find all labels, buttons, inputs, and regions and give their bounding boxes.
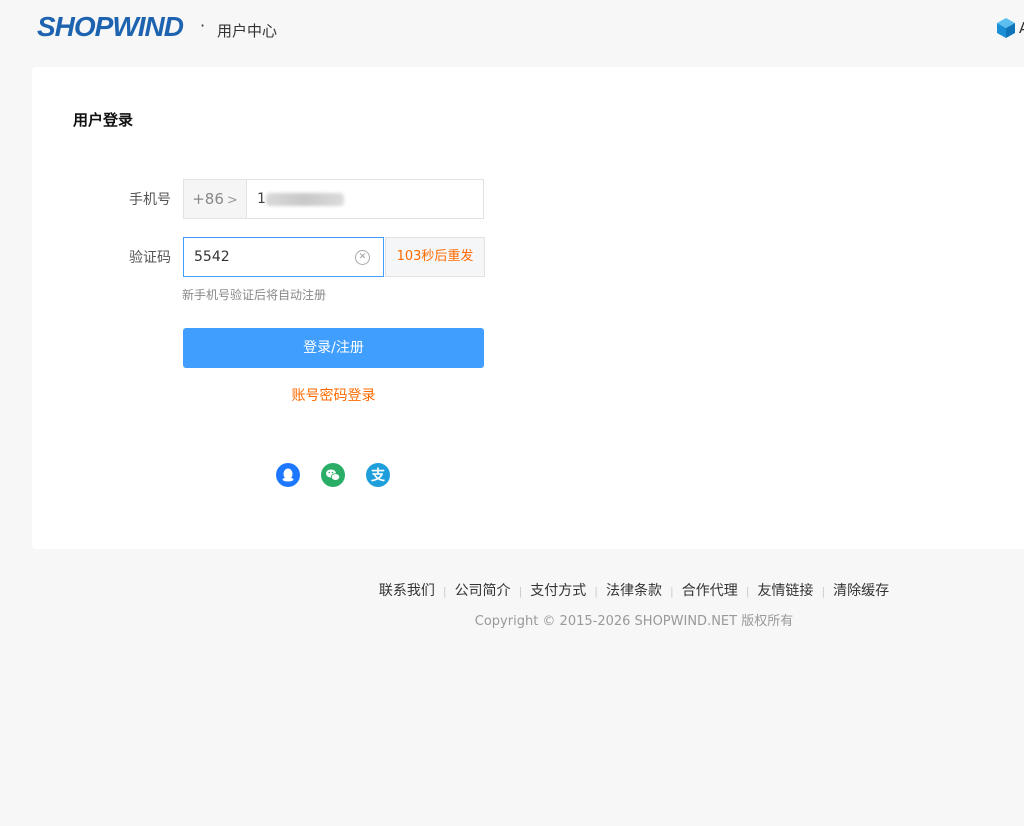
footer-link-contact[interactable]: 联系我们 bbox=[379, 583, 435, 599]
footer-separator: | bbox=[821, 585, 826, 598]
code-label: 验证码 bbox=[129, 250, 171, 266]
login-card: 用户登录 手机号 +86 > 1 验证码 5542 ✕ 103秒后重发 新手机号验… bbox=[32, 67, 1024, 549]
code-input[interactable]: 5542 bbox=[194, 238, 230, 276]
header-right-link[interactable]: A bbox=[1019, 19, 1024, 37]
footer-link-payment[interactable]: 支付方式 bbox=[530, 583, 586, 599]
footer-separator: | bbox=[442, 585, 447, 598]
footer-separator: | bbox=[670, 585, 674, 598]
footer-link-clear-cache[interactable]: 清除缓存 bbox=[833, 583, 889, 599]
footer-link-legal[interactable]: 法律条款 bbox=[606, 583, 662, 599]
footer-link-friends[interactable]: 友情链接 bbox=[757, 583, 813, 599]
footer-links: 联系我们 | 公司简介 | 支付方式 | 法律条款 | 合作代理 | 友情链接 | 清除缓存 bbox=[0, 580, 1024, 600]
login-register-button[interactable]: 登录/注册 bbox=[183, 328, 484, 368]
phone-field[interactable]: +86 > 1 bbox=[183, 179, 484, 219]
footer-separator: | bbox=[518, 585, 523, 598]
qq-icon[interactable] bbox=[276, 463, 300, 487]
login-title: 用户登录 bbox=[73, 111, 134, 129]
redacted-phone-blur bbox=[266, 193, 344, 206]
code-field[interactable]: 5542 ✕ bbox=[183, 237, 384, 277]
copyright-text: Copyright © 2015-2026 SHOPWIND.NET 版权所有 bbox=[474, 614, 794, 629]
footer-separator: | bbox=[594, 585, 598, 598]
wechat-icon[interactable] bbox=[321, 463, 345, 487]
clear-icon[interactable]: ✕ bbox=[355, 250, 370, 265]
country-code: +86 bbox=[192, 190, 224, 208]
shopwind-logo[interactable]: SHOPWIND bbox=[37, 12, 184, 42]
footer-separator: | bbox=[745, 585, 750, 598]
header-subtitle: 用户中心 bbox=[217, 22, 278, 40]
footer-link-partner[interactable]: 合作代理 bbox=[682, 583, 738, 599]
top-header: SHOPWIND · 用户中心 A bbox=[0, 0, 1024, 58]
footer-link-about[interactable]: 公司简介 bbox=[455, 583, 511, 599]
register-hint: 新手机号验证后将自动注册 bbox=[182, 288, 327, 302]
svg-text:支: 支 bbox=[370, 467, 386, 484]
phone-label: 手机号 bbox=[129, 192, 171, 208]
alipay-icon[interactable]: 支 bbox=[366, 463, 390, 487]
resend-button[interactable]: 103秒后重发 bbox=[385, 237, 485, 277]
cube-icon[interactable] bbox=[996, 17, 1016, 39]
chevron-right-icon: > bbox=[226, 193, 238, 208]
password-login-link[interactable]: 账号密码登录 bbox=[183, 385, 484, 405]
phone-input[interactable]: 1 bbox=[257, 180, 266, 218]
header-separator: · bbox=[200, 16, 206, 35]
country-code-select[interactable]: +86 > bbox=[184, 180, 247, 218]
